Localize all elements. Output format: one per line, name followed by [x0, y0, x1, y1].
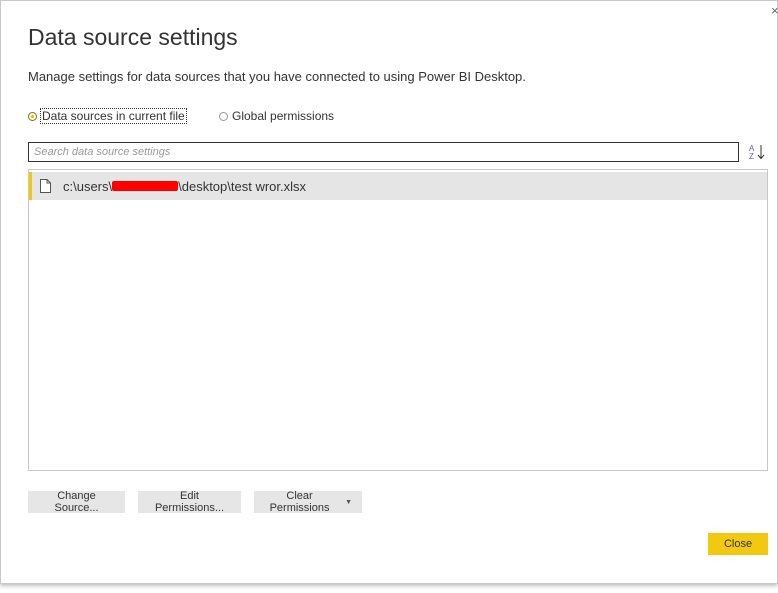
search-input[interactable]	[28, 142, 739, 162]
data-source-settings-dialog: × Data source settings Manage settings f…	[0, 0, 778, 584]
close-icon[interactable]: ×	[771, 5, 778, 17]
radio-current-file[interactable]: Data sources in current file	[28, 108, 187, 124]
radio-global-permissions-label: Global permissions	[232, 109, 335, 123]
data-source-list[interactable]: c:\users\ \desktop\test wror.xlsx	[28, 169, 768, 471]
radio-current-file-label: Data sources in current file	[40, 108, 187, 124]
sort-button[interactable]: A Z	[746, 141, 768, 163]
data-source-path: c:\users\ \desktop\test wror.xlsx	[63, 179, 306, 194]
data-source-path-suffix: \desktop\test wror.xlsx	[178, 178, 307, 194]
dialog-title: Data source settings	[28, 24, 238, 50]
change-source-button[interactable]: Change Source...	[28, 490, 125, 514]
radio-global-permissions[interactable]: Global permissions	[219, 108, 334, 124]
clear-permissions-label: Clear Permissions	[269, 490, 330, 514]
close-button[interactable]: Close	[708, 533, 768, 555]
dialog-subtitle: Manage settings for data sources that yo…	[28, 69, 526, 84]
data-source-path-prefix: c:\users\	[63, 178, 113, 194]
svg-text:Z: Z	[749, 152, 754, 161]
clear-permissions-button[interactable]: Clear Permissions ▼	[254, 490, 362, 514]
redaction-mark	[112, 181, 179, 191]
edit-permissions-button[interactable]: Edit Permissions...	[138, 490, 241, 514]
sort-az-icon: A Z	[749, 144, 765, 161]
list-item[interactable]: c:\users\ \desktop\test wror.xlsx	[29, 172, 767, 200]
radio-button-checked-icon[interactable]	[28, 111, 37, 121]
dropdown-caret-icon[interactable]: ▼	[345, 499, 352, 506]
file-icon	[40, 179, 51, 193]
radio-button-unchecked-icon[interactable]	[219, 111, 228, 121]
